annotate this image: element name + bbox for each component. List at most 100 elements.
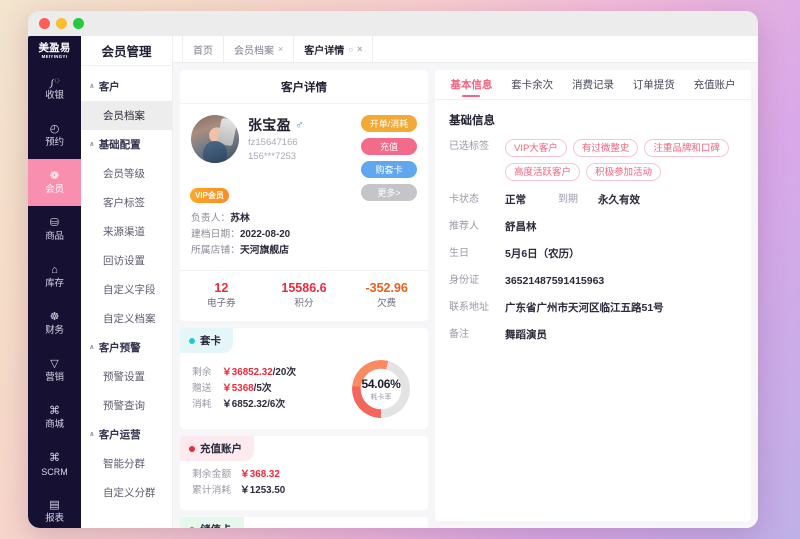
- tag-chip[interactable]: 注重品牌和口碑: [644, 139, 729, 157]
- mall-icon: ⌘: [49, 404, 60, 417]
- cashier-icon: ༿: [48, 75, 61, 88]
- package-line: 赠送 ￥5368/5次: [192, 381, 352, 397]
- doc-tab-首页[interactable]: 首页: [182, 36, 224, 62]
- menu-item-预警设置[interactable]: 预警设置: [81, 362, 172, 391]
- menu-item-会员档案[interactable]: 会员档案: [81, 101, 172, 130]
- window-body: 美盈易 MEIYINGYI ༿ 收银 ◴ 预约 ❁ 会员 ⛁ 商品 ⌂ 库存 ☸ 财务 ▽ 营销 ⌘ 商城 ⌘ S…: [28, 36, 758, 528]
- profile-button-购套卡[interactable]: 购套卡: [361, 161, 417, 178]
- field-value: 36521487591415963: [505, 275, 605, 287]
- menu-group-客户预警[interactable]: ∧ 客户预警: [81, 333, 172, 362]
- window-titlebar: [28, 11, 758, 36]
- menu-item-客户标签[interactable]: 客户标签: [81, 188, 172, 217]
- content-area: 客户详情 VIP会员 张宝盈 ♂ fz15647166 156***7253 开…: [173, 63, 758, 528]
- package-line-value: ￥5368/5次: [222, 383, 272, 394]
- donut-caption: 耗卡率: [370, 393, 392, 401]
- acct-line-label: 剩余金额: [192, 469, 232, 480]
- appointment-icon: ◴: [49, 122, 60, 135]
- scrm-icon: ⌘: [49, 451, 60, 464]
- app-logo-cn: 美盈易: [38, 42, 71, 54]
- rail-item-product[interactable]: ⛁ 商品: [28, 206, 81, 253]
- menu-group-客户运营[interactable]: ∧ 客户运营: [81, 420, 172, 449]
- donut-label: 54.06% 耗卡率: [352, 360, 410, 418]
- window-close-button[interactable]: [39, 18, 50, 29]
- stored-card-title: 储值卡: [200, 522, 232, 528]
- basic-info-title: 基础信息: [449, 115, 495, 127]
- stored-bullet-icon: [189, 526, 195, 528]
- app-logo-en: MEIYINGYI: [41, 54, 68, 59]
- rail-item-mall[interactable]: ⌘ 商城: [28, 394, 81, 441]
- menu-item-自定义档案[interactable]: 自定义档案: [81, 304, 172, 333]
- menu-group-客户[interactable]: ∧ 客户: [81, 72, 172, 101]
- tag-chip[interactable]: 积极参加活动: [586, 163, 662, 181]
- field-label: 备注: [449, 329, 469, 340]
- refresh-icon[interactable]: ○: [348, 45, 353, 54]
- menu-group-label: 客户预警: [98, 342, 141, 354]
- menu-item-自定义分群[interactable]: 自定义分群: [81, 478, 172, 507]
- package-line-value: ￥6852.32/6次: [222, 399, 286, 410]
- menu-item-来源渠道[interactable]: 来源渠道: [81, 217, 172, 246]
- profile-button-更多>[interactable]: 更多>: [361, 184, 417, 201]
- package-card-header: 套卡: [180, 328, 233, 353]
- info-tab-订单提货[interactable]: 订单提货: [623, 70, 684, 99]
- tag-chip[interactable]: 高度活跃客户: [505, 163, 581, 181]
- rail-item-finance[interactable]: ☸ 财务: [28, 300, 81, 347]
- customer-name-row: 张宝盈 ♂: [248, 115, 352, 135]
- rail-item-cashier[interactable]: ༿ 收银: [28, 65, 81, 112]
- info-tab-消费记录[interactable]: 消费记录: [563, 70, 624, 99]
- menu-scroll-area[interactable]: ∧ 客户 会员档案 ∧ 基础配置 会员等级 客户标签 来源渠道 回访设置 自定义字段 自定义档案 ∧ 客…: [81, 66, 172, 528]
- profile-meta-row: 建档日期：2022-08-20: [191, 227, 417, 243]
- selected-tags-row: 已选标签 VIP大客户 有过微整史 注重品牌和口碑 高度活跃客户 积极参加活动: [449, 139, 737, 181]
- info-tab-基本信息[interactable]: 基本信息: [441, 70, 502, 99]
- stat-value: 12: [214, 281, 229, 295]
- customer-detail-title: 客户详情: [180, 70, 428, 104]
- profile-button-充值[interactable]: 充值: [361, 138, 417, 155]
- rail-item-report[interactable]: ▤ 报表: [28, 488, 81, 528]
- menu-item-回访设置[interactable]: 回访设置: [81, 246, 172, 275]
- app-window: 美盈易 MEIYINGYI ༿ 收银 ◴ 预约 ❁ 会员 ⛁ 商品 ⌂ 库存 ☸ 财务 ▽ 营销 ⌘ 商城 ⌘ S…: [28, 11, 758, 528]
- recharge-line: 累计消耗 ￥1253.50: [192, 483, 416, 499]
- rail-item-scrm[interactable]: ⌘ SCRM: [28, 441, 81, 488]
- menu-item-自定义字段[interactable]: 自定义字段: [81, 275, 172, 304]
- close-icon[interactable]: ×: [357, 44, 362, 54]
- menu-item-智能分群[interactable]: 智能分群: [81, 449, 172, 478]
- recharge-card-header: 充值账户: [180, 436, 254, 461]
- info-tab-充值账户[interactable]: 充值账户: [684, 70, 745, 99]
- gender-male-icon: ♂: [294, 118, 304, 132]
- primary-nav-rail: 美盈易 MEIYINGYI ༿ 收银 ◴ 预约 ❁ 会员 ⛁ 商品 ⌂ 库存 ☸ 财务 ▽ 营销 ⌘ 商城 ⌘ S…: [28, 36, 81, 528]
- doc-tab-label: 首页: [193, 45, 213, 57]
- window-minimize-button[interactable]: [56, 18, 67, 29]
- doc-tab-客户详情[interactable]: 客户详情 ○ ×: [294, 36, 374, 62]
- doc-tab-label: 客户详情: [304, 45, 345, 57]
- rail-item-appointment[interactable]: ◴ 预约: [28, 112, 81, 159]
- rail-item-label: 预约: [45, 136, 64, 148]
- window-zoom-button[interactable]: [73, 18, 84, 29]
- rail-item-marketing[interactable]: ▽ 营销: [28, 347, 81, 394]
- close-icon[interactable]: ×: [278, 44, 283, 54]
- info-tab-套卡余次[interactable]: 套卡余次: [502, 70, 563, 99]
- profile-meta-row: 负责人：苏林: [191, 211, 417, 227]
- rail-item-label: 商城: [45, 418, 64, 430]
- menu-title: 会员管理: [81, 36, 172, 66]
- rail-item-member[interactable]: ❁ 会员: [28, 159, 81, 206]
- stat-积分: 15586.6 积分: [263, 280, 346, 311]
- member-icon: ❁: [49, 169, 60, 182]
- package-amount: ￥5368: [222, 383, 254, 394]
- info-field-生日: 生日 5月6日（农历）: [449, 246, 737, 262]
- customer-summary-column: 客户详情 VIP会员 张宝盈 ♂ fz15647166 156***7253 开…: [180, 70, 428, 528]
- tag-chip[interactable]: VIP大客户: [505, 139, 567, 157]
- recharge-lines: 剩余金额 ￥368.32 累计消耗 ￥1253.50: [180, 461, 428, 510]
- rail-item-inventory[interactable]: ⌂ 库存: [28, 253, 81, 300]
- profile-button-开单/消耗[interactable]: 开单/消耗: [361, 115, 417, 132]
- secondary-menu: 会员管理 ∧ 客户 会员档案 ∧ 基础配置 会员等级 客户标签 来源渠道 回访设置 自定义字段 自定…: [81, 36, 173, 528]
- doc-tab-会员档案[interactable]: 会员档案 ×: [224, 36, 295, 62]
- inventory-icon: ⌂: [51, 263, 58, 276]
- acct-line-label: 累计消耗: [192, 485, 232, 496]
- menu-item-会员等级[interactable]: 会员等级: [81, 159, 172, 188]
- menu-item-预警查询[interactable]: 预警查询: [81, 391, 172, 420]
- info-field-推荐人: 推荐人 舒昌林: [449, 219, 737, 235]
- product-icon: ⛁: [49, 216, 60, 229]
- tag-chip[interactable]: 有过微整史: [572, 139, 639, 157]
- menu-group-基础配置[interactable]: ∧ 基础配置: [81, 130, 172, 159]
- donut-percent: 54.06%: [361, 376, 401, 391]
- field-label: 联系地址: [449, 302, 489, 313]
